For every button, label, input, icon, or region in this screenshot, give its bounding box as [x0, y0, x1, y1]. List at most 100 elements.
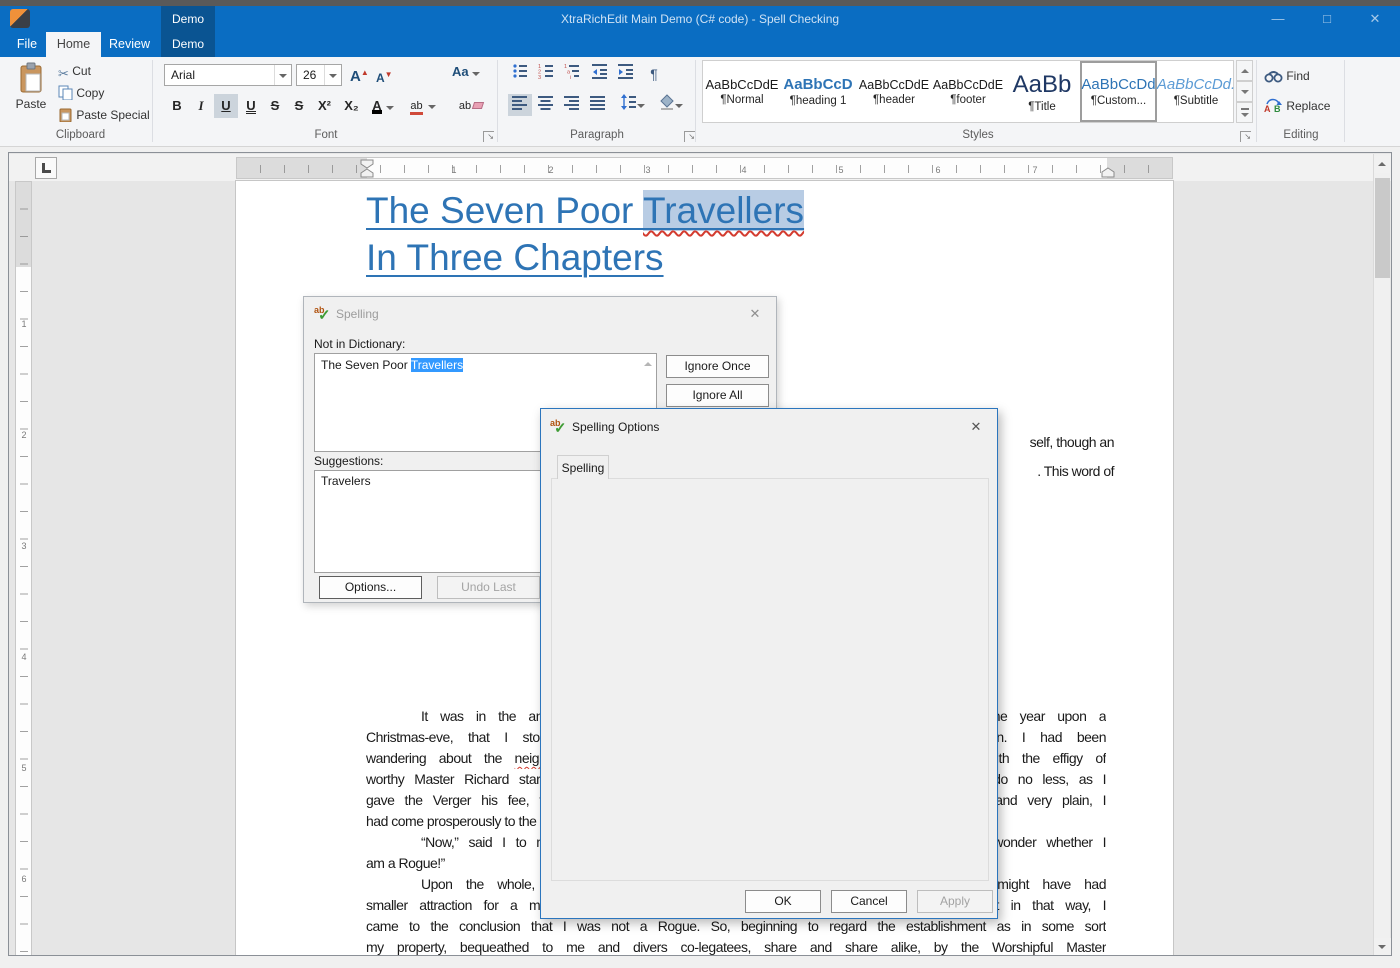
- multilevel-list-button[interactable]: 1ai: [560, 63, 584, 85]
- ruler-number: 2: [19, 430, 29, 440]
- ruler-ticks: [20, 182, 28, 955]
- body-line: came to the conclusion that I was not a …: [366, 916, 1106, 937]
- style-heading1[interactable]: AaBbCcD¶heading 1: [781, 62, 855, 121]
- ignore-all-button[interactable]: Ignore All: [666, 384, 769, 407]
- cut-button[interactable]: ✂ Cut: [58, 61, 91, 81]
- paste-label: Paste: [12, 97, 50, 111]
- style-custom-selected[interactable]: AaBbCcDd¶Custom...: [1080, 61, 1157, 122]
- scroll-down-button[interactable]: [1374, 938, 1391, 955]
- vertical-scrollbar[interactable]: [1373, 154, 1390, 956]
- font-size-combo[interactable]: 26: [296, 64, 342, 86]
- bold-button[interactable]: B: [166, 94, 188, 118]
- justify-button[interactable]: [586, 94, 610, 116]
- increase-indent-button[interactable]: [614, 63, 638, 85]
- ruler-number: 1: [449, 165, 459, 175]
- justify-icon: [590, 94, 606, 110]
- copy-button[interactable]: Copy: [58, 83, 104, 103]
- tab-spelling[interactable]: Spelling: [557, 455, 609, 479]
- scroll-up-button[interactable]: [1374, 156, 1391, 173]
- numbering-button[interactable]: 123: [534, 63, 558, 85]
- undo-last-button[interactable]: Undo Last: [437, 576, 540, 599]
- superscript-button[interactable]: X²: [312, 94, 337, 118]
- tab-page: [551, 478, 989, 881]
- selected-misspelled-word: Travellers: [411, 358, 463, 372]
- right-indent-marker[interactable]: [1101, 167, 1115, 179]
- tab-home[interactable]: Home: [46, 32, 101, 57]
- ruler-number: 3: [19, 541, 29, 551]
- close-icon[interactable]: ✕: [963, 417, 989, 437]
- subscript-button[interactable]: X₂: [339, 94, 364, 118]
- highlight-button[interactable]: ab: [404, 94, 442, 118]
- tab-stop-selector[interactable]: [35, 157, 57, 179]
- show-marks-button[interactable]: ¶: [642, 63, 666, 85]
- align-center-button[interactable]: [534, 94, 558, 116]
- editing-group-label: Editing: [1258, 129, 1344, 141]
- double-underline-button[interactable]: U: [240, 94, 262, 118]
- replace-label: Replace: [1286, 99, 1330, 113]
- find-button[interactable]: Find: [1264, 66, 1310, 86]
- style-header[interactable]: AaBbCcDdE¶header: [857, 62, 931, 121]
- style-normal[interactable]: AaBbCcDdE¶Normal: [705, 62, 779, 121]
- heading-misspelled-selected[interactable]: Travellers: [643, 190, 804, 231]
- bullets-icon: [512, 63, 528, 79]
- tab-review[interactable]: Review: [101, 32, 158, 57]
- minimize-button[interactable]: —: [1255, 6, 1301, 32]
- spelling-options-dialog[interactable]: ab✓ Spelling Options ✕ Spelling General …: [540, 408, 998, 919]
- cancel-button[interactable]: Cancel: [831, 890, 907, 913]
- clipboard-group-label: Clipboard: [8, 129, 153, 141]
- context-tab-group-demo[interactable]: Demo Demo: [161, 6, 215, 57]
- decrease-indent-button[interactable]: [588, 63, 612, 85]
- shading-button[interactable]: [650, 94, 684, 116]
- find-binoculars-icon: [1264, 68, 1283, 83]
- double-strikethrough-button[interactable]: S: [288, 94, 310, 118]
- close-icon[interactable]: ✕: [742, 304, 768, 324]
- font-family-dropdown[interactable]: [274, 65, 291, 85]
- indent-markers[interactable]: [360, 159, 375, 179]
- document-heading[interactable]: The Seven Poor Travellers In Three Chapt…: [366, 187, 926, 281]
- scrollbar-thumb[interactable]: [1375, 178, 1390, 278]
- styles-scroll-down-button[interactable]: [1236, 81, 1253, 102]
- apply-button[interactable]: Apply: [917, 890, 993, 913]
- vertical-ruler[interactable]: 1 2 3 4 5 6: [15, 181, 32, 956]
- paste-button[interactable]: Paste: [12, 60, 50, 126]
- group-divider: [497, 60, 498, 142]
- styles-gallery-expand-button[interactable]: [1236, 102, 1253, 123]
- ruler-number: 3: [643, 165, 653, 175]
- font-family-combo[interactable]: Arial: [164, 64, 292, 86]
- replace-button[interactable]: AB Replace: [1264, 96, 1330, 116]
- style-footer[interactable]: AaBbCcDdE¶footer: [933, 62, 1003, 121]
- paste-special-button[interactable]: Paste Special: [58, 105, 150, 125]
- line-spacing-icon: [621, 94, 637, 110]
- align-left-button[interactable]: [508, 94, 532, 116]
- styles-scroll-up-button[interactable]: [1236, 60, 1253, 81]
- grow-font-button[interactable]: A▲: [350, 63, 369, 83]
- paste-special-icon: [58, 107, 73, 122]
- shrink-font-button[interactable]: A▼: [376, 65, 393, 85]
- horizontal-ruler[interactable]: 1 2 3 4 5 6 7: [236, 157, 1173, 179]
- group-divider: [1344, 60, 1345, 142]
- font-color-button[interactable]: A: [368, 94, 398, 118]
- change-case-button[interactable]: Aa: [452, 62, 480, 82]
- textbox-scroll-up-icon[interactable]: [644, 362, 652, 366]
- underline-button[interactable]: U: [214, 94, 238, 118]
- bullets-button[interactable]: [508, 63, 532, 85]
- italic-button[interactable]: I: [190, 94, 212, 118]
- ok-button[interactable]: OK: [745, 890, 821, 913]
- style-subtitle[interactable]: AaBbCcDd.¶Subtitle: [1159, 62, 1233, 121]
- tab-demo[interactable]: Demo: [161, 32, 215, 57]
- align-right-button[interactable]: [560, 94, 584, 116]
- strikethrough-button[interactable]: S: [264, 94, 286, 118]
- find-label: Find: [1286, 69, 1309, 83]
- maximize-button[interactable]: □: [1304, 6, 1350, 32]
- tab-file[interactable]: File: [8, 32, 46, 57]
- style-title[interactable]: AaBb¶Title: [1005, 62, 1079, 121]
- close-button[interactable]: ✕: [1352, 6, 1398, 32]
- svg-text:i: i: [570, 75, 571, 79]
- context-tab-group-label: Demo: [161, 6, 215, 32]
- clear-formatting-button[interactable]: ab: [456, 94, 486, 118]
- ignore-once-button[interactable]: Ignore Once: [666, 355, 769, 378]
- options-button[interactable]: Options...: [319, 576, 422, 599]
- line-spacing-button[interactable]: [612, 94, 646, 116]
- app-window: XtraRichEdit Main Demo (C# code) - Spell…: [0, 0, 1400, 968]
- font-size-dropdown[interactable]: [324, 65, 341, 85]
